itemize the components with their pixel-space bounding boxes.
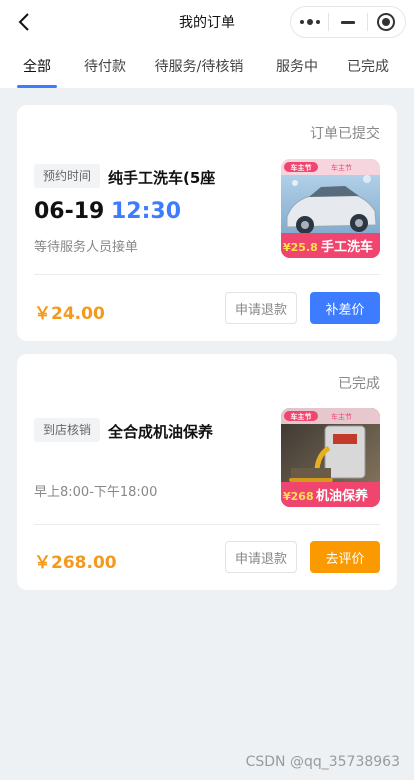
miniprogram-capsule — [290, 6, 406, 38]
service-thumbnail[interactable]: 车主节 车主节 ¥25.8 手工洗车 — [281, 159, 380, 258]
redemption-tag: 到店核销 — [34, 418, 101, 442]
tab-all[interactable]: 全部 — [0, 44, 74, 88]
svg-text:¥25.8: ¥25.8 — [283, 241, 318, 254]
tab-in-service[interactable]: 服务中 — [262, 44, 332, 88]
svg-text:手工洗车: 手工洗车 — [321, 239, 373, 255]
tab-pending-service[interactable]: 待服务/待核销 — [136, 44, 262, 88]
more-dots-icon — [299, 19, 320, 25]
service-thumbnail[interactable]: 车主节 车主节 ¥268 机油保养 — [281, 408, 380, 507]
appointment-time: 12:30 — [111, 199, 182, 224]
oil-change-image: 车主节 车主节 ¥268 机油保养 — [281, 408, 380, 507]
order-tabs: 全部 待付款 待服务/待核销 服务中 已完成 — [0, 44, 414, 88]
refund-button[interactable]: 申请退款 — [225, 292, 297, 324]
minus-icon — [340, 20, 355, 24]
watermark: CSDN @qq_35738963 — [245, 754, 400, 770]
svg-text:¥268: ¥268 — [283, 490, 314, 503]
service-name: 全合成机油保养 — [108, 423, 214, 441]
card-divider — [34, 274, 380, 275]
order-price: ￥24.00 — [34, 304, 105, 324]
target-icon — [377, 13, 396, 31]
pay-difference-button[interactable]: 补差价 — [310, 292, 380, 324]
service-hours: 早上8:00-下午18:00 — [34, 485, 158, 500]
card-divider — [34, 524, 380, 525]
car-wash-image: 车主节 车主节 ¥25.8 手工洗车 — [281, 159, 380, 258]
refund-button[interactable]: 申请退款 — [225, 541, 297, 573]
order-card[interactable]: 已完成 到店核销 全合成机油保养 早上8:00-下午18:00 车主节 车主节 … — [17, 354, 397, 590]
svg-text:车主节: 车主节 — [331, 412, 352, 421]
tab-pending-payment[interactable]: 待付款 — [74, 44, 136, 88]
top-bar: 我的订单 — [0, 0, 414, 44]
order-price: ￥268.00 — [34, 553, 117, 573]
svg-text:机油保养: 机油保养 — [316, 488, 369, 504]
order-status: 订单已提交 — [310, 126, 380, 142]
tab-completed[interactable]: 已完成 — [332, 44, 404, 88]
order-note: 等待服务人员接单 — [34, 240, 139, 255]
review-button[interactable]: 去评价 — [310, 541, 380, 573]
appointment-date: 06-19 — [34, 199, 105, 224]
svg-text:车主节: 车主节 — [291, 412, 312, 421]
service-name: 纯手工洗车(5座 — [108, 169, 216, 187]
appointment-tag: 预约时间 — [34, 164, 101, 188]
close-miniprogram-button[interactable] — [368, 7, 405, 37]
more-button[interactable] — [291, 7, 328, 37]
order-status: 已完成 — [338, 376, 380, 392]
svg-text:车主节: 车主节 — [331, 163, 352, 172]
order-card[interactable]: 订单已提交 预约时间 纯手工洗车(5座 06-19 12:30 等待服务人员接单… — [17, 105, 397, 341]
minimize-button[interactable] — [329, 7, 366, 37]
svg-text:车主节: 车主节 — [291, 163, 312, 172]
